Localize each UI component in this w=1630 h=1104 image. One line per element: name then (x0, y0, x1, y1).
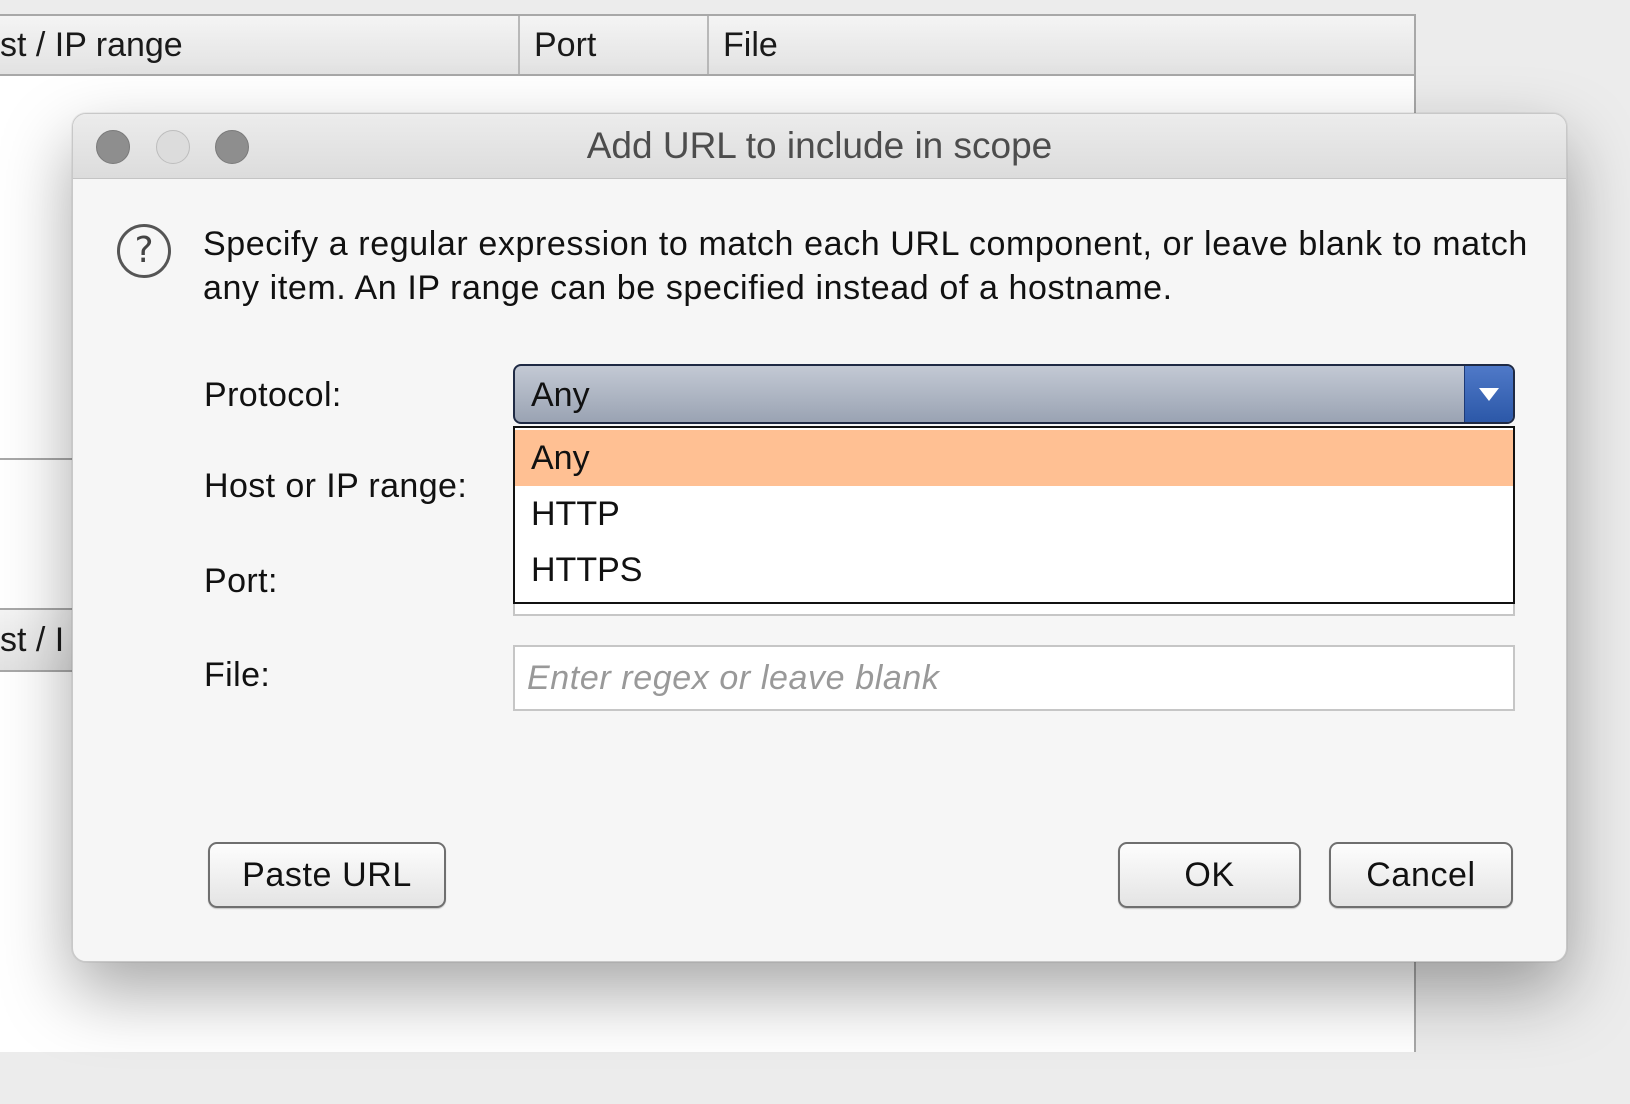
protocol-dropdown-list: Any HTTP HTTPS (513, 426, 1515, 604)
protocol-option-http[interactable]: HTTP (515, 486, 1513, 542)
file-field[interactable]: Enter regex or leave blank (513, 645, 1515, 711)
column-header-host[interactable]: st / IP range (0, 16, 520, 74)
protocol-label: Protocol: (204, 376, 342, 414)
dialog-title: Add URL to include in scope (586, 125, 1053, 166)
protocol-select[interactable]: Any (513, 364, 1515, 424)
paste-url-button[interactable]: Paste URL (208, 842, 446, 908)
ok-button[interactable]: OK (1118, 842, 1301, 908)
chevron-down-icon (1479, 388, 1499, 401)
add-url-dialog: Add URL to include in scope ? Specify a … (72, 113, 1567, 962)
port-label: Port: (204, 562, 278, 600)
cancel-button[interactable]: Cancel (1329, 842, 1513, 908)
protocol-option-any[interactable]: Any (515, 430, 1513, 486)
protocol-option-https[interactable]: HTTPS (515, 542, 1513, 598)
protocol-select-toggle[interactable] (1464, 366, 1513, 422)
background-table-header: st / IP range Port File (0, 14, 1416, 76)
help-icon: ? (117, 224, 171, 278)
file-label: File: (204, 656, 271, 694)
dialog-description: Specify a regular expression to match ea… (203, 225, 1528, 307)
protocol-select-value: Any (531, 376, 590, 414)
dialog-titlebar[interactable]: Add URL to include in scope (73, 114, 1566, 179)
column-header-file[interactable]: File (709, 16, 1414, 74)
column-header-port[interactable]: Port (520, 16, 709, 74)
background-bottom-strip (0, 1052, 1630, 1104)
host-label: Host or IP range: (204, 467, 468, 505)
port-field[interactable] (513, 602, 1515, 616)
